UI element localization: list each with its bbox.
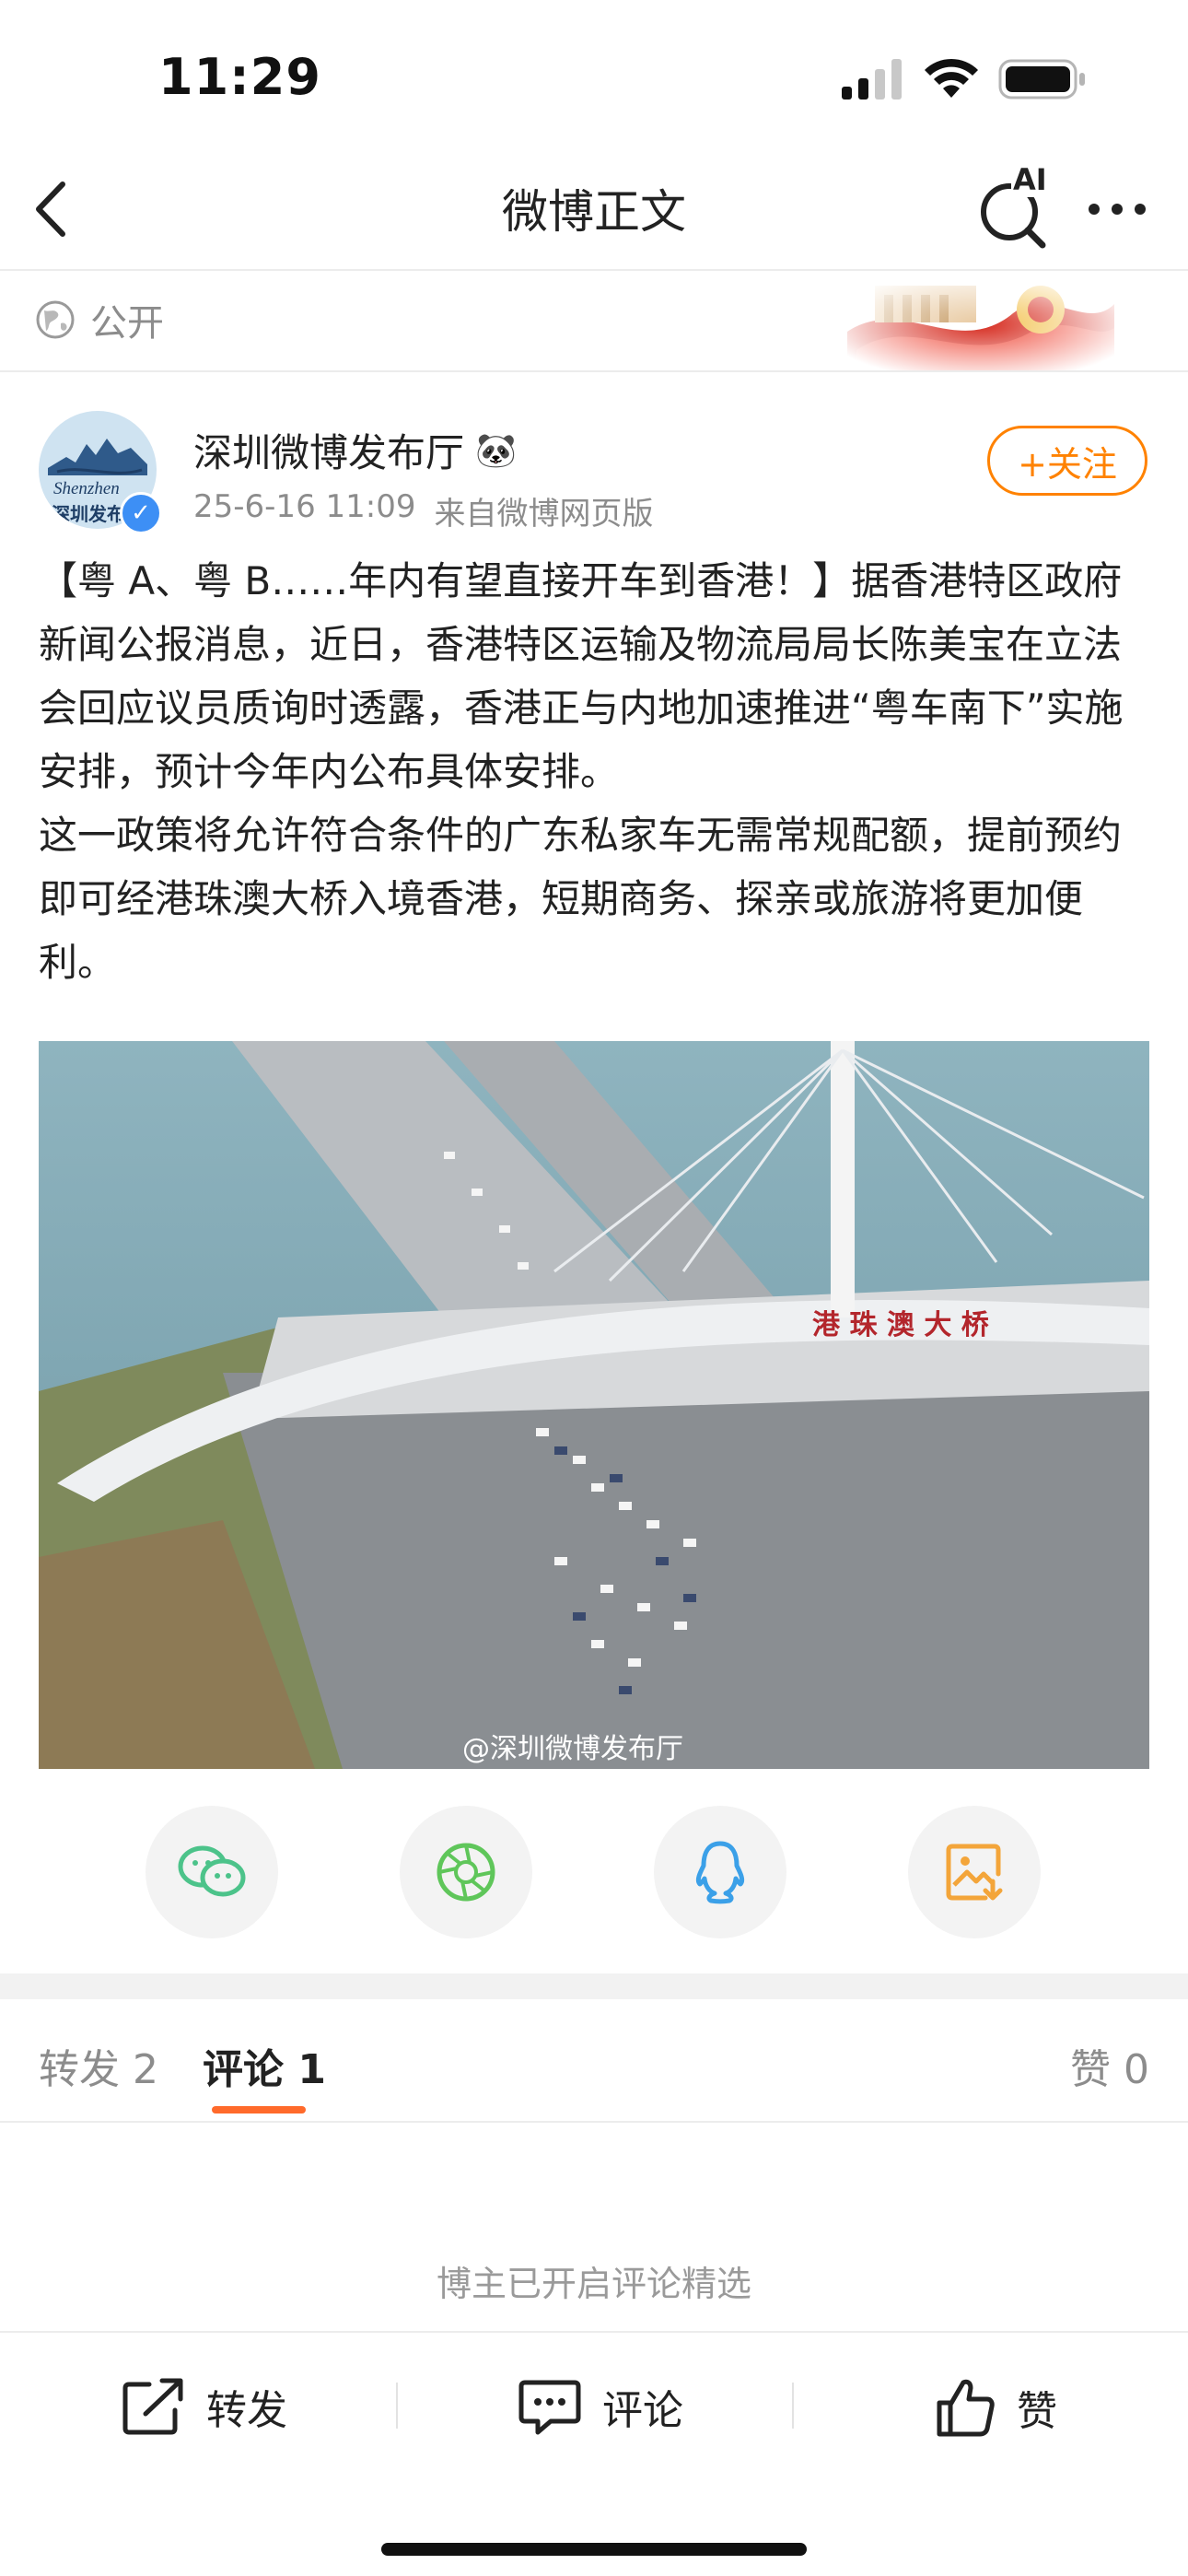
post-date: 25-6-16 11:09 [193, 488, 416, 525]
home-indicator [381, 2543, 807, 2556]
tab-active-underline [212, 2106, 306, 2113]
ai-label: AI [1011, 162, 1049, 197]
decorative-banner [847, 276, 1114, 372]
post-paragraph-1: 【粤 A、粤 B……年内有望直接开车到香港！】据香港特区政府新闻公报消息，近日，… [39, 558, 1124, 794]
like-label: 赞 [1017, 2388, 1057, 2435]
share-moments-button[interactable] [400, 1806, 532, 1938]
post-image[interactable]: 港 珠 澳 大 桥 @深圳微博发布厅 [39, 1041, 1149, 1769]
comment-button[interactable]: 评论 [518, 2377, 683, 2436]
save-image-button[interactable] [908, 1806, 1041, 1938]
section-separator [0, 1973, 1188, 1999]
bridge-sign-text: 港 珠 澳 大 桥 [812, 1309, 989, 1341]
signal-icon [840, 59, 904, 103]
save-image-icon [946, 1844, 1003, 1901]
action-bar-divider [0, 2331, 1188, 2333]
post-paragraph-2: 这一政策将允许符合条件的广东私家车无需常规配额，提前预约即可经港珠澳大桥入境香港… [39, 813, 1123, 985]
ai-search-button[interactable]: AI [976, 162, 1054, 249]
tab-comment[interactable]: 评论 1 [203, 2036, 326, 2095]
status-time: 11:29 [158, 48, 321, 106]
wifi-icon [923, 55, 980, 103]
avatar-text-en: Shenzhen [53, 479, 120, 498]
post-source: 来自微博网页版 [434, 496, 654, 533]
repost-button[interactable]: 转发 [122, 2377, 287, 2436]
globe-icon [36, 300, 75, 339]
visibility-label: 公开 [90, 302, 164, 345]
verified-check-icon: ✓ [131, 499, 151, 527]
visibility-divider [0, 370, 1188, 372]
share-qq-button[interactable] [654, 1806, 786, 1938]
comment-notice: 博主已开启评论精选 [436, 2264, 751, 2304]
follow-button[interactable]: +关注 [987, 426, 1147, 496]
more-dots-icon [1089, 204, 1146, 215]
tab-like[interactable]: 赞 0 [1070, 2036, 1149, 2095]
action-separator-2 [792, 2383, 794, 2429]
nav-divider [0, 269, 1188, 271]
follow-label: +关注 [1018, 443, 1117, 485]
post-meta: 25-6-16 11:09 来自微博网页版 [193, 488, 654, 533]
comment-bubble-icon [518, 2380, 581, 2435]
battery-icon [998, 59, 1087, 103]
author-name-row[interactable]: 深圳微博发布厅 🐼 [193, 422, 517, 478]
more-button[interactable] [1085, 195, 1149, 223]
share-out-icon [122, 2378, 183, 2435]
moments-icon [437, 1843, 495, 1902]
tab-repost[interactable]: 转发 2 [39, 2036, 158, 2095]
panda-emoji-icon: 🐼 [475, 431, 517, 470]
action-separator-1 [396, 2383, 398, 2429]
like-button[interactable]: 赞 [936, 2377, 1057, 2438]
avatar-text-cn: 深圳发布 [52, 503, 125, 525]
share-wechat-button[interactable] [146, 1806, 278, 1938]
qq-icon [695, 1841, 745, 1904]
thumbs-up-icon [937, 2379, 995, 2437]
verified-badge: ✓ [120, 492, 162, 534]
comment-label: 评论 [602, 2387, 683, 2434]
wechat-icon [178, 1845, 246, 1897]
post-body: 【粤 A、粤 B……年内有望直接开车到香港！】据香港特区政府新闻公报消息，近日，… [39, 549, 1153, 994]
repost-label: 转发 [206, 2387, 287, 2434]
visibility-row: 公开 [35, 293, 164, 346]
tabs-divider [0, 2121, 1188, 2123]
author-name: 深圳微博发布厅 [193, 430, 465, 475]
image-watermark: @深圳微博发布厅 [462, 1733, 683, 1765]
